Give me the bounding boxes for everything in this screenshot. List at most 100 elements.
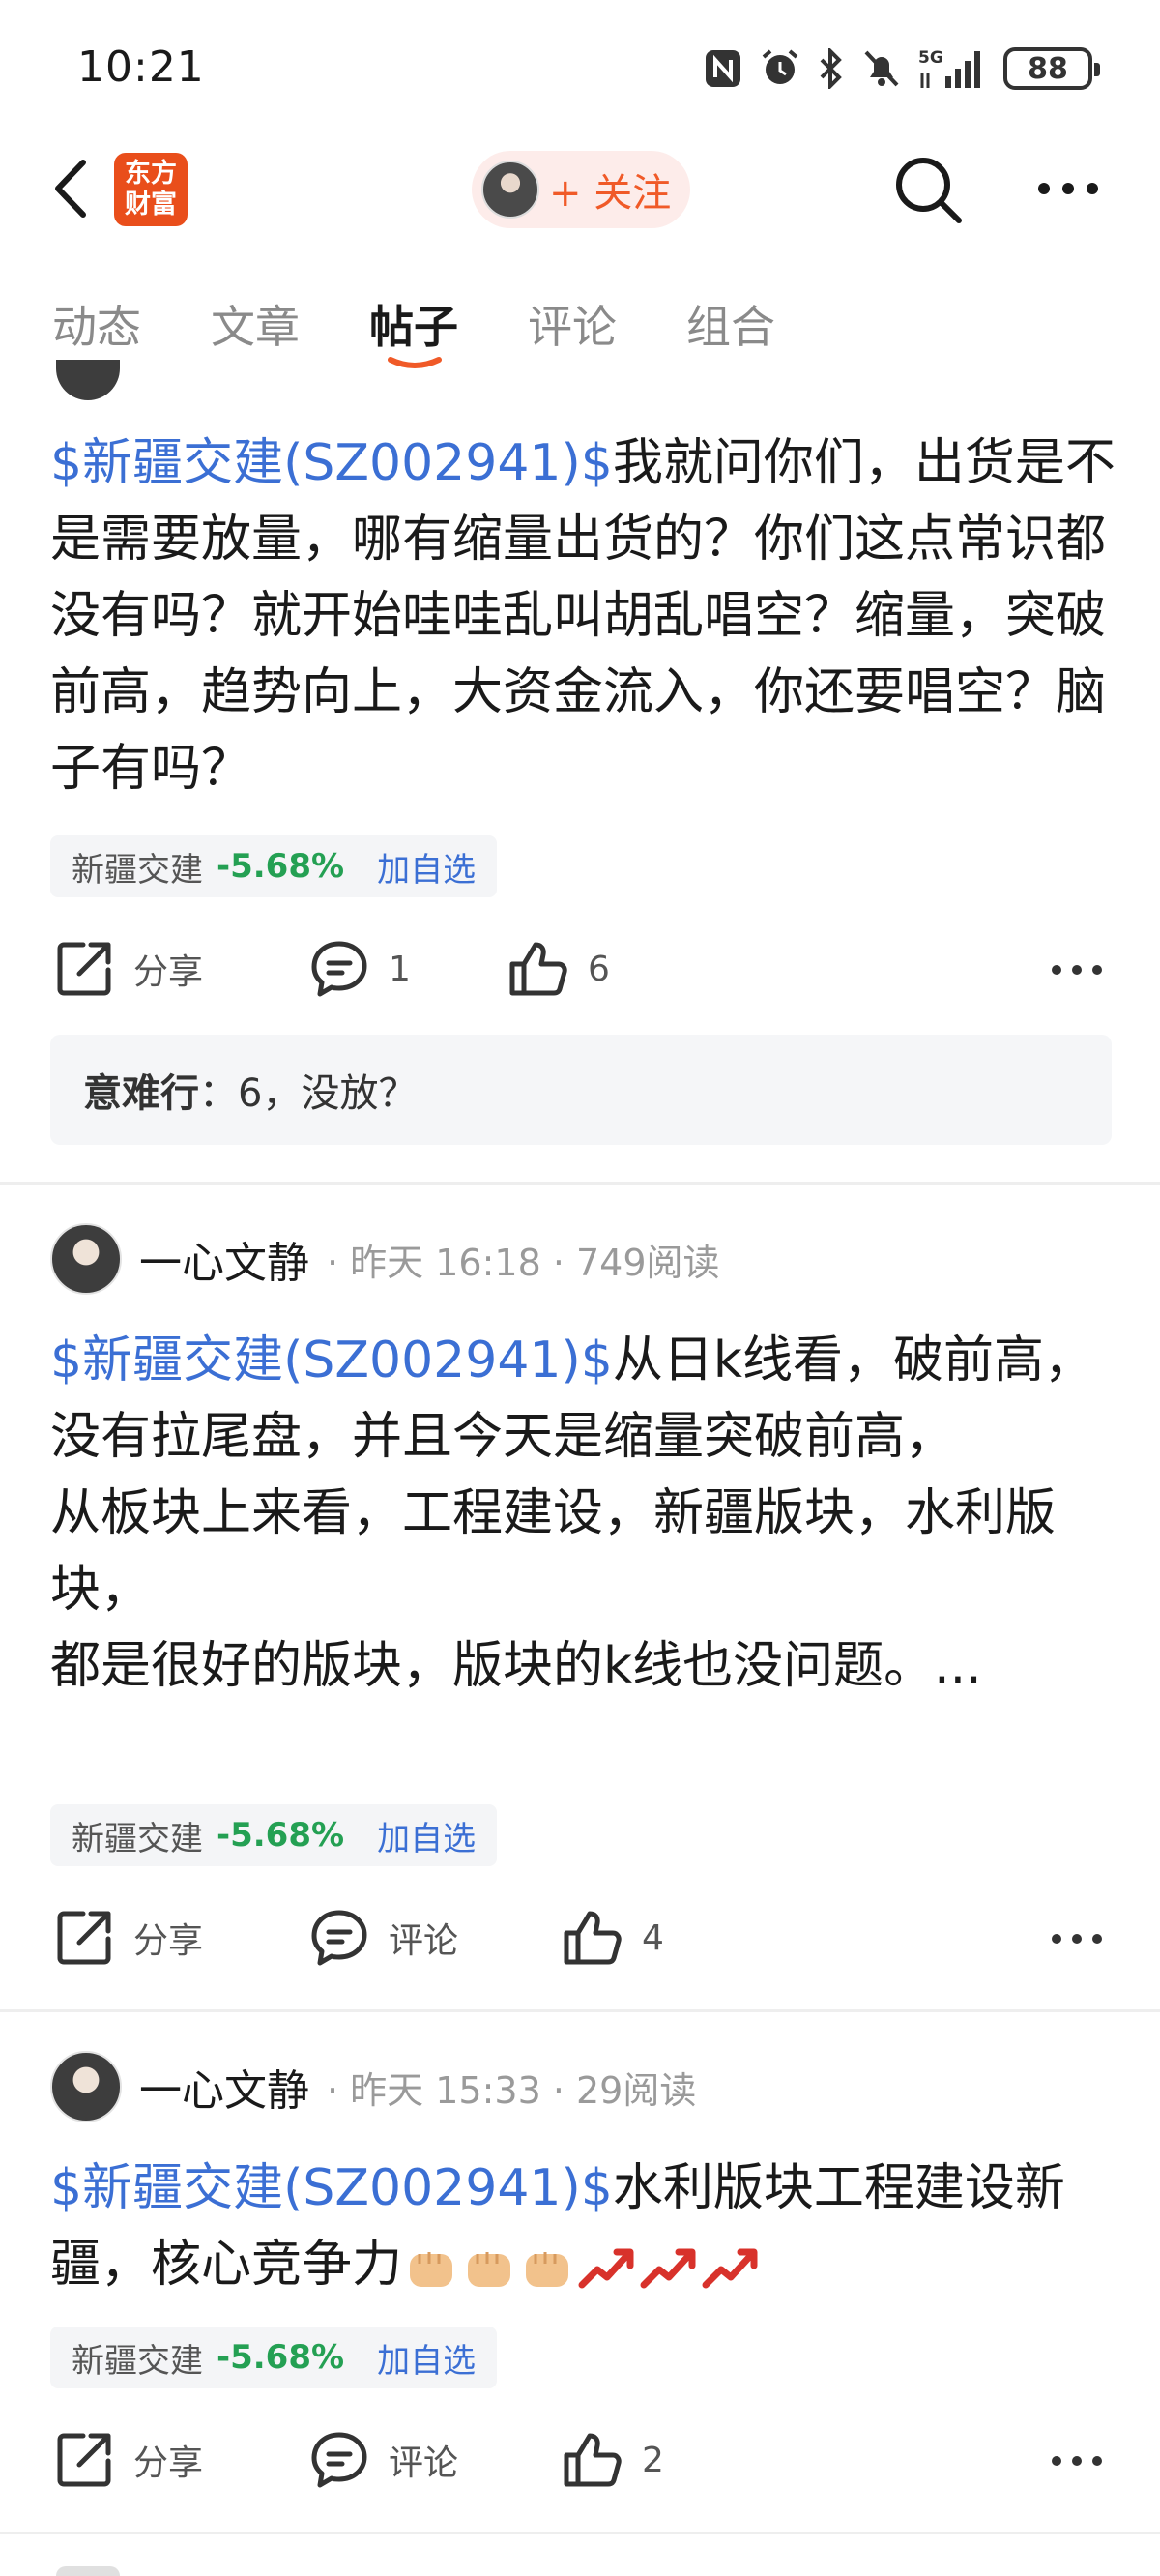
post-divider — [0, 2532, 1160, 2534]
trend-up-emoji — [702, 2248, 758, 2289]
mute-icon — [864, 50, 899, 87]
post-text-line2: 从板块上来看，工程建设，新疆版块，水利版块， — [50, 1484, 1057, 1619]
profile-tabs: 动态 文章 帖子 评论 组合 — [0, 273, 1160, 379]
status-bar: 10:21 5G 88 — [0, 0, 1160, 135]
svg-text:5G: 5G — [918, 48, 943, 68]
post-text-line3: 都是很好的版块，版块的k线也没问题。... — [50, 1637, 982, 1695]
post-divider — [0, 2009, 1160, 2012]
fist-emoji — [468, 2252, 511, 2287]
author-avatar[interactable] — [50, 1223, 122, 1295]
status-icons: 5G 88 — [704, 44, 1100, 93]
share-icon — [57, 2433, 111, 2487]
stock-link[interactable]: $新疆交建(SZ002941)$ — [50, 2159, 613, 2217]
stock-tag-change: -5.68% — [217, 1816, 345, 1855]
share-label: 分享 — [133, 2444, 204, 2483]
share-button[interactable]: 分享 — [54, 1899, 203, 1976]
share-button[interactable]: 分享 — [54, 930, 203, 1008]
more-options-icon[interactable] — [1050, 963, 1104, 977]
post-meta: · 昨天 15:33 · 29阅读 — [327, 2068, 697, 2112]
add-watchlist-button[interactable]: 加自选 — [377, 2334, 476, 2382]
post-content[interactable]: $新疆交建(SZ002941)$水利版块工程建设新疆，核心竞争力 — [50, 2151, 1123, 2303]
stock-tag[interactable]: 新疆交建 -5.68% 加自选 — [50, 1804, 498, 1866]
follow-button[interactable]: + 关注 — [472, 151, 690, 228]
stock-tag[interactable]: 新疆交建 -5.68% 加自选 — [50, 835, 498, 897]
comment-button[interactable]: 1 — [309, 930, 411, 1008]
more-horizontal-icon — [1038, 183, 1098, 194]
comment-icon — [311, 941, 367, 997]
post-content[interactable]: $新疆交建(SZ002941)$我就问你们，出货是不是需要放量，哪有缩量出货的？… — [50, 425, 1123, 807]
trend-up-emoji — [640, 2248, 696, 2289]
share-label: 分享 — [133, 1921, 204, 1961]
search-button[interactable] — [891, 153, 965, 226]
post-author-row: 一心文静 · 昨天 15:33 · 29阅读 — [50, 2048, 696, 2125]
stock-tag-change: -5.68% — [217, 847, 345, 886]
stock-tag-name: 新疆交建 — [72, 1819, 203, 1859]
back-button[interactable] — [46, 157, 101, 220]
signal-icon: 5G — [918, 48, 980, 88]
stock-tag-name: 新疆交建 — [72, 2341, 203, 2381]
avatar — [56, 2566, 120, 2576]
logo-text-line2: 财富 — [125, 190, 177, 220]
tab-wenzhang[interactable]: 文章 — [211, 292, 300, 356]
tab-zuhe[interactable]: 组合 — [686, 292, 775, 356]
nfc-icon — [706, 50, 740, 87]
top-comment[interactable]: 意难行： 6，没放？ — [50, 1035, 1112, 1145]
follow-label: + 关注 — [549, 171, 672, 216]
author-name[interactable]: 一心文静 — [139, 1228, 309, 1290]
alarm-icon — [762, 49, 798, 84]
like-count: 4 — [642, 1917, 664, 1958]
stock-link[interactable]: $新疆交建(SZ002941)$ — [50, 1332, 613, 1390]
logo-text-line1: 东方 — [125, 159, 177, 189]
more-options-icon[interactable] — [1050, 1932, 1104, 1946]
fist-emoji — [526, 2252, 569, 2287]
share-icon — [57, 942, 111, 996]
chevron-left-icon — [55, 160, 86, 218]
tab-dongtai[interactable]: 动态 — [52, 292, 141, 356]
stock-tag-change: -5.68% — [217, 2338, 345, 2377]
tab-pinglun[interactable]: 评论 — [528, 292, 617, 356]
comment-label: 评论 — [389, 2444, 459, 2483]
top-nav-bar: 东方 财富 + 关注 — [0, 135, 1160, 242]
comment-button[interactable]: 评论 — [309, 1899, 458, 1976]
share-button[interactable]: 分享 — [54, 2421, 203, 2499]
search-icon — [896, 158, 962, 223]
stock-link[interactable]: $新疆交建(SZ002941)$ — [50, 434, 613, 492]
comment-button[interactable]: 评论 — [309, 2421, 458, 2499]
like-count: 6 — [588, 949, 610, 989]
thumbs-up-icon — [509, 942, 567, 996]
comment-label: 评论 — [389, 1921, 459, 1961]
comment-separator: ： — [199, 1071, 238, 1116]
add-watchlist-button[interactable]: 加自选 — [377, 843, 476, 891]
post-divider — [0, 1182, 1160, 1185]
fist-emoji — [410, 2252, 453, 2287]
stock-tag[interactable]: 新疆交建 -5.68% 加自选 — [50, 2327, 498, 2388]
comment-icon — [311, 1910, 367, 1966]
post-content[interactable]: $新疆交建(SZ002941)$从日k线看，破前高，没有拉尾盘，并且今天是缩量突… — [50, 1323, 1123, 1705]
more-options-icon[interactable] — [1050, 2454, 1104, 2468]
post-author-row: 一心文静 · 昨天 16:18 · 749阅读 — [50, 1220, 720, 1298]
add-watchlist-button[interactable]: 加自选 — [377, 1812, 476, 1859]
tab-tiezi[interactable]: 帖子 — [369, 292, 458, 356]
trend-up-emoji — [578, 2248, 634, 2289]
app-logo: 东方 财富 — [114, 153, 188, 226]
like-button[interactable]: 4 — [561, 1899, 664, 1976]
thumbs-up-icon — [564, 1911, 622, 1965]
battery-icon: 88 — [1003, 47, 1100, 90]
more-options-button[interactable] — [1036, 174, 1100, 203]
bluetooth-icon — [820, 48, 842, 89]
author-name[interactable]: 一心文静 — [139, 2056, 309, 2118]
share-icon — [57, 1911, 111, 1965]
status-time: 10:21 — [77, 43, 205, 92]
active-tab-indicator — [388, 357, 442, 368]
like-button[interactable]: 6 — [507, 930, 610, 1008]
comment-count: 1 — [389, 949, 411, 989]
comment-text: 6，没放？ — [238, 1071, 418, 1116]
post-action-bar: 分享 1 6 — [0, 930, 1160, 1008]
post-action-bar: 分享 评论 4 — [0, 1899, 1160, 1976]
avatar — [56, 360, 120, 400]
comment-author[interactable]: 意难行 — [83, 1062, 199, 1118]
author-avatar[interactable] — [50, 2051, 122, 2122]
like-button[interactable]: 2 — [561, 2421, 664, 2499]
thumbs-up-icon — [564, 2433, 622, 2487]
share-label: 分享 — [133, 952, 204, 992]
